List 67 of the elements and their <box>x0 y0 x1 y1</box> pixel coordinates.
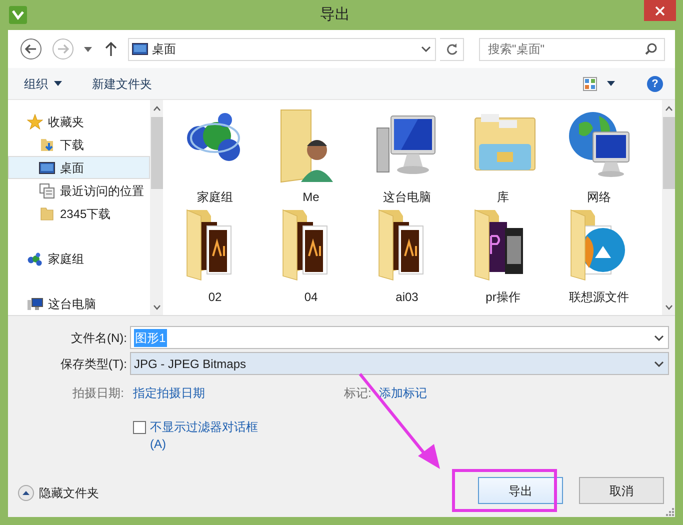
scroll-up-icon <box>664 106 672 111</box>
help-button[interactable]: ? <box>647 76 663 92</box>
resize-grip-icon <box>665 507 674 516</box>
new-folder-button[interactable]: 新建文件夹 <box>92 74 152 92</box>
close-icon <box>655 6 665 16</box>
recent-places-icon <box>39 182 55 198</box>
hide-folders-button[interactable]: 隐藏文件夹 <box>18 484 99 502</box>
scroll-up-icon <box>152 106 160 111</box>
caret-icon <box>84 46 92 52</box>
download-folder-icon <box>39 136 55 152</box>
scroll-down-icon <box>152 305 160 310</box>
refresh-button[interactable] <box>440 38 464 60</box>
window-title: 导出 <box>319 4 351 25</box>
file-item[interactable]: Me <box>265 104 357 200</box>
files-scrollbar[interactable] <box>662 100 675 315</box>
star-icon <box>27 114 43 130</box>
sidebar-item[interactable]: 桌面 <box>8 156 150 179</box>
date-link[interactable]: 指定拍摄日期 <box>133 384 333 402</box>
chevron-up-circle-icon <box>18 485 34 501</box>
field-label: 文件名(N): <box>70 330 128 346</box>
desktop-icon <box>132 43 148 55</box>
file-item[interactable]: 04 <box>265 204 357 300</box>
cancel-button[interactable]: 取消 <box>579 477 664 504</box>
chevron-down-icon <box>654 334 664 340</box>
app-logo-icon <box>9 6 27 24</box>
tags-link[interactable]: 添加标记 <box>379 384 427 402</box>
scrollbar-thumb[interactable] <box>662 117 674 189</box>
file-item[interactable]: 02 <box>169 204 261 300</box>
field-label: 拍摄日期: <box>72 385 125 402</box>
chevron-down-icon <box>654 360 664 366</box>
sidebar-item[interactable]: 2345下载 <box>8 202 150 225</box>
computer-icon <box>27 296 43 312</box>
sidebar-item[interactable]: 家庭组 <box>8 247 150 270</box>
up-arrow-icon <box>105 42 117 56</box>
address-bar[interactable]: 桌面 <box>128 38 436 60</box>
export-button[interactable]: 导出 <box>478 477 563 504</box>
sidebar-item[interactable]: 收藏夹 <box>8 110 150 133</box>
caret-icon <box>607 81 615 86</box>
homegroup-icon <box>27 250 43 266</box>
view-grid-icon <box>583 76 597 90</box>
folder-icon <box>39 206 55 222</box>
filter-checkbox[interactable] <box>133 421 146 434</box>
organize-menu[interactable]: 组织 <box>24 74 62 92</box>
desktop-icon <box>39 160 55 176</box>
file-item[interactable]: 库 <box>457 104 549 200</box>
file-item[interactable]: 网络 <box>553 104 645 200</box>
close-button[interactable] <box>644 0 676 21</box>
scroll-down-icon <box>664 305 672 310</box>
file-item[interactable]: 这台电脑 <box>361 104 453 200</box>
field-label: 标记: <box>344 385 372 402</box>
chevron-down-icon <box>421 46 431 52</box>
refresh-icon <box>446 43 458 55</box>
scrollbar-thumb[interactable] <box>150 117 162 189</box>
checkbox-label: 不显示过滤器对话框(A) <box>150 419 259 453</box>
sidebar-scrollbar[interactable] <box>150 100 163 315</box>
sidebar-item[interactable]: 下载 <box>8 133 150 156</box>
sidebar-item[interactable]: 最近访问的位置 <box>8 179 150 202</box>
address-text: 桌面 <box>152 41 177 58</box>
field-label: 保存类型(T): <box>59 356 128 372</box>
search-icon <box>645 42 657 54</box>
view-options-button[interactable] <box>583 76 615 90</box>
sidebar-item[interactable]: 这台电脑 <box>8 292 150 315</box>
back-button[interactable] <box>20 38 42 60</box>
caret-icon <box>54 81 62 86</box>
file-type-dropdown[interactable]: JPG - JPEG Bitmaps <box>130 352 669 375</box>
file-item[interactable]: ai03 <box>361 204 453 300</box>
search-field[interactable]: 搜索"桌面" <box>479 38 665 60</box>
